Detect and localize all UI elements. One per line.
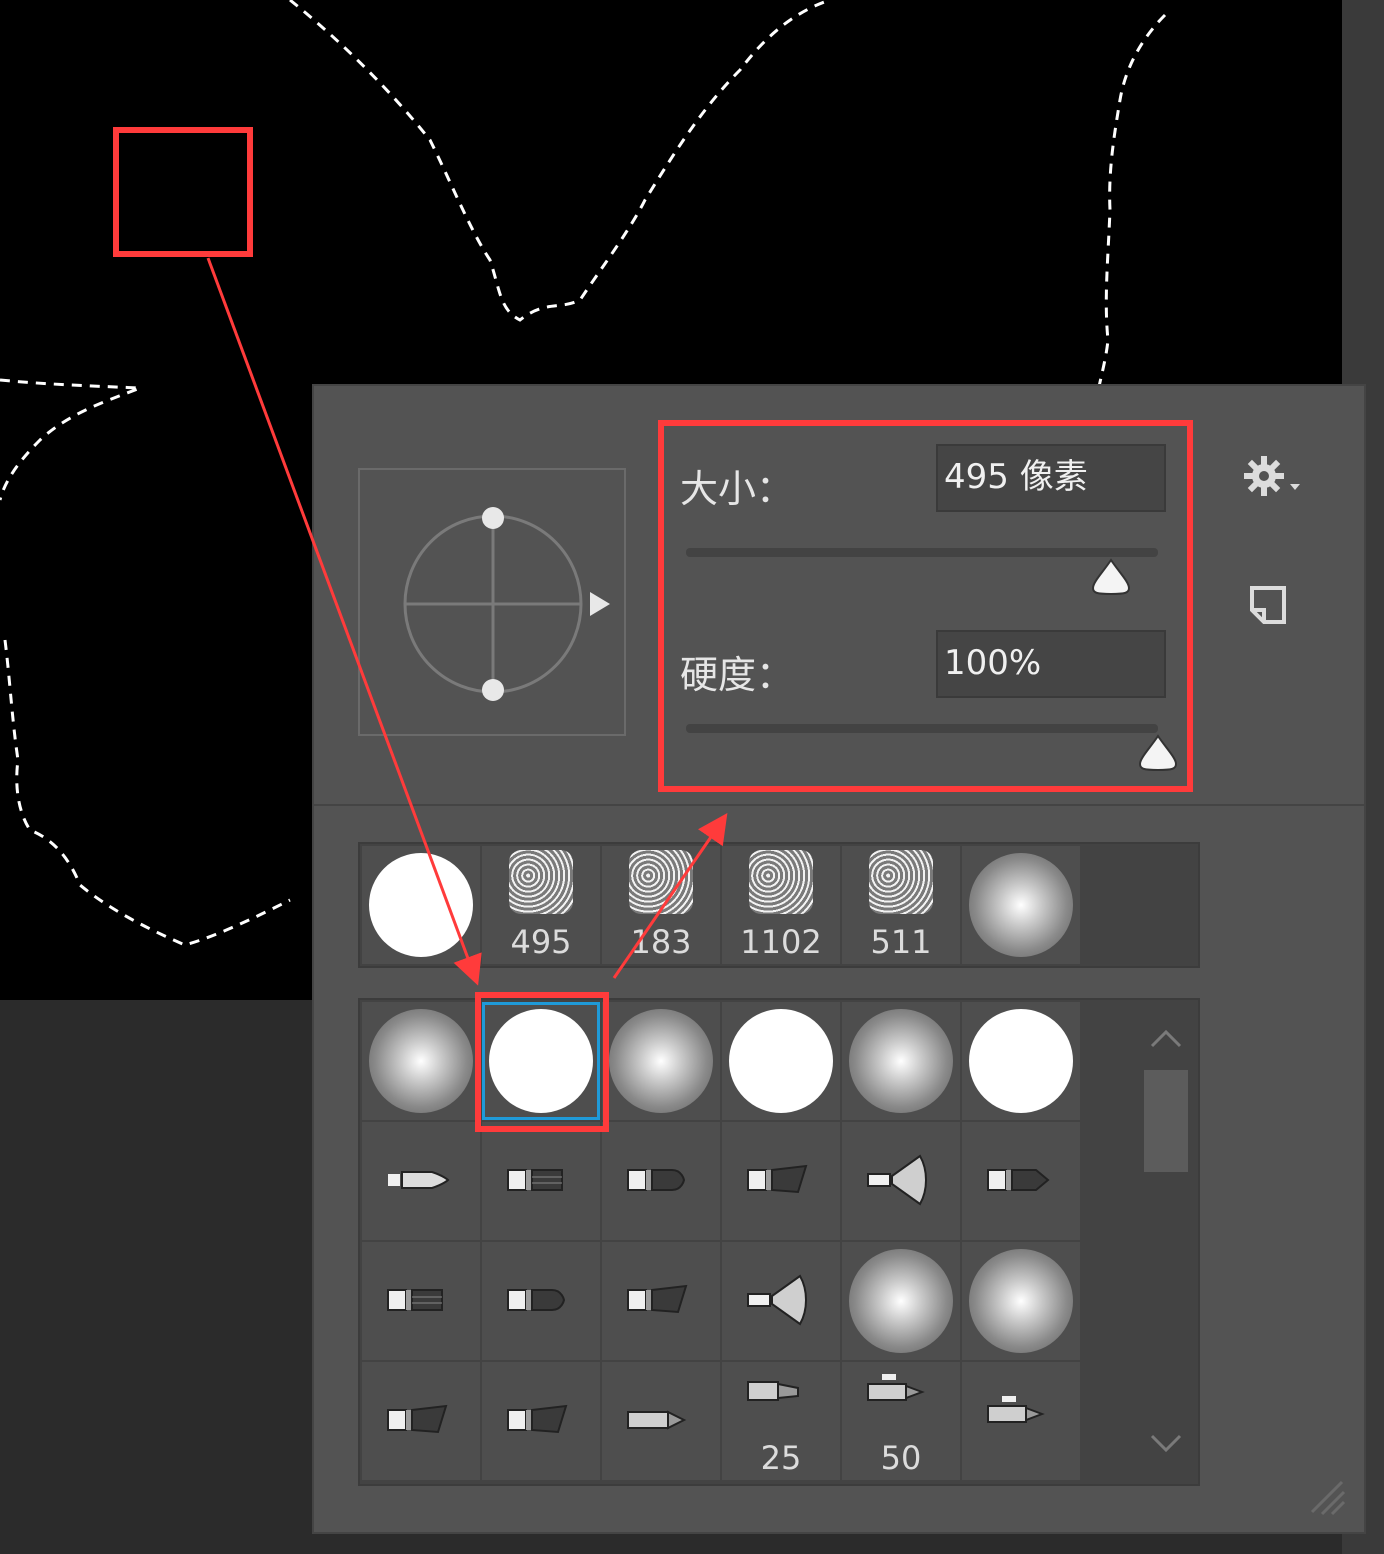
brush-size-label: 1102 (740, 923, 822, 961)
soft-round-brush-tip-icon (849, 1009, 953, 1113)
size-label: 大小： (680, 467, 795, 511)
brush-preset-cell[interactable] (842, 1242, 960, 1360)
brush-preset-cell[interactable] (722, 1122, 840, 1240)
brush-preset-cell[interactable] (482, 1242, 600, 1360)
gear-icon (1244, 456, 1300, 496)
airbrush-icon (747, 1381, 799, 1401)
hard-round-brush-tip-icon (369, 853, 473, 957)
angled-flat-icon (387, 1404, 448, 1434)
size-slider-track[interactable] (686, 548, 1158, 557)
recent-brush-cell[interactable]: 183 (602, 846, 720, 964)
recent-brush-cell[interactable]: 511 (842, 846, 960, 964)
brush-size-label: 495 (510, 923, 572, 961)
hardness-slider-thumb[interactable] (1136, 734, 1180, 772)
brush-angle-roundness-icon (403, 507, 610, 701)
hardness-input[interactable]: 100% (936, 630, 1166, 698)
brush-preset-cell[interactable] (842, 1002, 960, 1120)
textured-brush-tip-icon (629, 850, 693, 914)
pointed-brush-icon (987, 1169, 1050, 1191)
brush-preset-cell[interactable] (962, 1002, 1080, 1120)
recent-brush-cell[interactable]: 495 (482, 846, 600, 964)
round-blunt-short-icon (507, 1289, 566, 1311)
brush-preset-cell[interactable] (602, 1362, 720, 1480)
brush-size-label: 50 (880, 1439, 922, 1477)
hardness-slider-track[interactable] (686, 724, 1158, 733)
new-brush-preset-button[interactable] (1246, 584, 1292, 630)
airbrush-alt-icon (987, 1396, 1045, 1423)
hard-round-brush-tip-icon (969, 1009, 1073, 1113)
round-point-brush-icon (388, 1171, 450, 1189)
textured-brush-tip-icon (869, 850, 933, 914)
hard-round-brush-tip-icon (489, 1009, 593, 1113)
hardness-label: 硬度： (680, 653, 795, 697)
brush-size-label: 511 (870, 923, 932, 961)
recent-brush-cell[interactable] (362, 846, 480, 964)
brush-preset-cell[interactable] (722, 1242, 840, 1360)
settings-menu-button[interactable] (1244, 454, 1308, 502)
brush-preset-cell[interactable]: 50 (842, 1362, 960, 1480)
soft-round-brush-tip-icon (609, 1009, 713, 1113)
soft-round-brush-tip-icon (969, 853, 1073, 957)
brush-preset-cell[interactable] (482, 1122, 600, 1240)
fan-short-icon (747, 1274, 807, 1326)
brush-size-label: 183 (630, 923, 692, 961)
scroll-thumb[interactable] (1144, 1070, 1188, 1172)
round-blunt-brush-icon (627, 1169, 686, 1191)
panel-divider (314, 804, 1364, 806)
recent-brush-cell[interactable] (962, 846, 1080, 964)
brush-preset-picker: 大小： 495 像素 硬度： 100% 495 183 1102 511 25 … (312, 384, 1366, 1534)
flat-brush-short-icon (387, 1289, 443, 1311)
brush-preset-cell[interactable] (722, 1002, 840, 1120)
hard-round-brush-tip-icon (729, 1009, 833, 1113)
pencil-icon (627, 1410, 687, 1430)
size-slider-thumb[interactable] (1089, 558, 1133, 596)
brush-preset-cell[interactable] (362, 1002, 480, 1120)
chevron-down-icon[interactable] (1148, 1428, 1184, 1458)
flat-brush-icon (507, 1169, 563, 1191)
brush-size-label: 25 (760, 1439, 802, 1477)
soft-round-brush-tip-icon (969, 1249, 1073, 1353)
angled-flat-icon (507, 1404, 568, 1434)
textured-brush-tip-icon (749, 850, 813, 914)
angled-brush-icon (747, 1164, 808, 1194)
brush-preset-cell[interactable] (962, 1242, 1080, 1360)
brush-preset-cell[interactable] (962, 1362, 1080, 1480)
brush-preset-cell[interactable] (602, 1242, 720, 1360)
textured-brush-tip-icon (509, 850, 573, 914)
brush-preset-grid: 25 50 (358, 998, 1200, 1486)
brush-preset-cell[interactable] (842, 1122, 960, 1240)
new-preset-icon (1250, 586, 1286, 624)
resize-grip-icon[interactable] (1302, 1472, 1348, 1518)
soft-round-brush-tip-icon (849, 1249, 953, 1353)
size-input[interactable]: 495 像素 (936, 444, 1166, 512)
brush-preset-cell[interactable] (482, 1362, 600, 1480)
brush-preset-cell[interactable] (362, 1362, 480, 1480)
recent-brushes-row: 495 183 1102 511 (358, 842, 1200, 968)
brush-preset-cell[interactable] (482, 1002, 600, 1120)
fan-brush-icon (867, 1154, 927, 1206)
brush-preset-cell[interactable]: 25 (722, 1362, 840, 1480)
chevron-up-icon[interactable] (1148, 1024, 1184, 1054)
brush-angle-roundness-preview[interactable] (358, 468, 626, 736)
brush-preset-cell[interactable] (602, 1002, 720, 1120)
airbrush-alt-icon (867, 1374, 925, 1401)
brush-preset-cell[interactable] (362, 1242, 480, 1360)
brush-preset-cell[interactable] (362, 1122, 480, 1240)
angled-short-icon (627, 1284, 688, 1314)
recent-brush-cell[interactable]: 1102 (722, 846, 840, 964)
brush-grid-scrollbar[interactable] (1130, 1000, 1198, 1484)
brush-preset-cell[interactable] (962, 1122, 1080, 1240)
brush-preset-cell[interactable] (602, 1122, 720, 1240)
soft-round-brush-tip-icon (369, 1009, 473, 1113)
